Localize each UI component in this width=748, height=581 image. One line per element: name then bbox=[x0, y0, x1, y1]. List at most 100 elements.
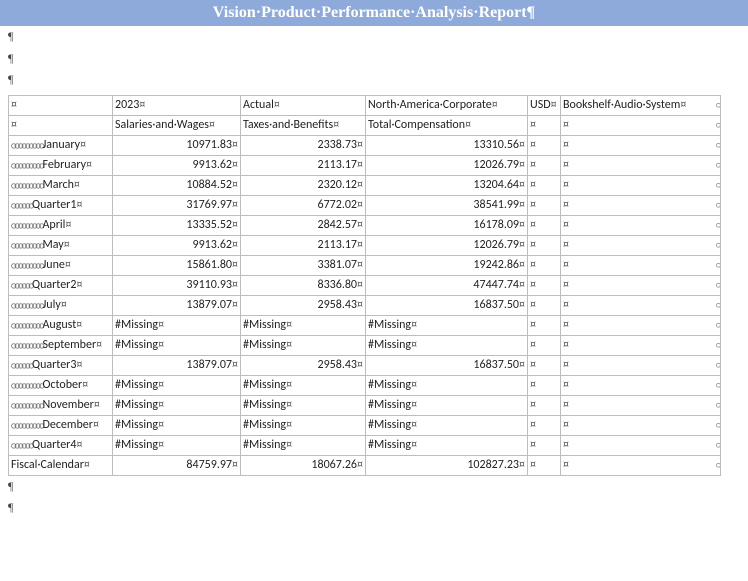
empty-cell bbox=[528, 435, 561, 455]
row-label: December bbox=[9, 415, 113, 435]
table-row: March10884.522320.1213204.64○ bbox=[9, 175, 721, 195]
empty-cell bbox=[528, 235, 561, 255]
header-cell: Actual bbox=[241, 95, 366, 115]
header-cell: Total·Compensation bbox=[366, 115, 528, 135]
row-label: November bbox=[9, 395, 113, 415]
row-label: April bbox=[9, 215, 113, 235]
header-cell bbox=[528, 115, 561, 135]
data-cell: 16837.50 bbox=[366, 355, 528, 375]
row-label: Quarter3 bbox=[9, 355, 113, 375]
header-cell: North·America·Corporate bbox=[366, 95, 528, 115]
row-label: January bbox=[9, 135, 113, 155]
empty-cell bbox=[528, 395, 561, 415]
data-cell: 2842.57 bbox=[241, 215, 366, 235]
data-cell: 16837.50 bbox=[366, 295, 528, 315]
table-row: Fiscal·Calendar84759.9718067.26102827.23… bbox=[9, 455, 721, 475]
data-cell: 8336.80 bbox=[241, 275, 366, 295]
data-cell: 2113.17 bbox=[241, 235, 366, 255]
empty-cell bbox=[528, 155, 561, 175]
empty-cell: ○ bbox=[561, 215, 721, 235]
row-label: June bbox=[9, 255, 113, 275]
data-cell: #Missing bbox=[366, 315, 528, 335]
empty-cell: ○ bbox=[561, 295, 721, 315]
empty-cell: ○ bbox=[561, 155, 721, 175]
data-cell: #Missing bbox=[366, 375, 528, 395]
data-cell: 102827.23 bbox=[366, 455, 528, 475]
data-cell: 84759.97 bbox=[113, 455, 241, 475]
empty-cell: ○ bbox=[561, 135, 721, 155]
empty-cell bbox=[528, 275, 561, 295]
data-cell: 2958.43 bbox=[241, 355, 366, 375]
empty-cell bbox=[528, 375, 561, 395]
data-cell: 6772.02 bbox=[241, 195, 366, 215]
data-cell: 13335.52 bbox=[113, 215, 241, 235]
data-cell: #Missing bbox=[241, 335, 366, 355]
empty-cell bbox=[528, 415, 561, 435]
empty-cell bbox=[528, 455, 561, 475]
data-cell: 13204.64 bbox=[366, 175, 528, 195]
data-cell: #Missing bbox=[366, 395, 528, 415]
row-label: Quarter4 bbox=[9, 435, 113, 455]
header-cell: Bookshelf·Audio·System○ bbox=[561, 95, 721, 115]
data-cell: #Missing bbox=[241, 375, 366, 395]
paragraph-mark: ¶ bbox=[0, 26, 748, 48]
table-row: September#Missing#Missing#Missing○ bbox=[9, 335, 721, 355]
row-label: July bbox=[9, 295, 113, 315]
empty-cell: ○ bbox=[561, 435, 721, 455]
table-row: January10971.832338.7313310.56○ bbox=[9, 135, 721, 155]
data-cell: #Missing bbox=[113, 395, 241, 415]
empty-cell: ○ bbox=[561, 235, 721, 255]
row-label: October bbox=[9, 375, 113, 395]
empty-cell bbox=[528, 135, 561, 155]
data-cell: 39110.93 bbox=[113, 275, 241, 295]
header-cell bbox=[9, 115, 113, 135]
data-cell: #Missing bbox=[113, 415, 241, 435]
data-cell: #Missing bbox=[366, 435, 528, 455]
row-label: Fiscal·Calendar bbox=[9, 455, 113, 475]
data-cell: 13879.07 bbox=[113, 295, 241, 315]
data-cell: 13879.07 bbox=[113, 355, 241, 375]
header-cell: 2023 bbox=[113, 95, 241, 115]
data-cell: #Missing bbox=[113, 435, 241, 455]
empty-cell: ○ bbox=[561, 255, 721, 275]
report-title: Vision·Product·Performance·Analysis·Repo… bbox=[0, 0, 748, 26]
paragraph-mark: ¶ bbox=[0, 69, 748, 91]
header-cell: USD bbox=[528, 95, 561, 115]
empty-cell bbox=[528, 255, 561, 275]
header-cell: ○ bbox=[561, 115, 721, 135]
header-cell: Salaries·and·Wages bbox=[113, 115, 241, 135]
data-cell: 3381.07 bbox=[241, 255, 366, 275]
header-cell bbox=[9, 95, 113, 115]
data-cell: 31769.97 bbox=[113, 195, 241, 215]
data-cell: 38541.99 bbox=[366, 195, 528, 215]
row-label: February bbox=[9, 155, 113, 175]
empty-cell: ○ bbox=[561, 355, 721, 375]
data-cell: 12026.79 bbox=[366, 155, 528, 175]
empty-cell: ○ bbox=[561, 195, 721, 215]
table-row: Quarter313879.072958.4316837.50 ○ bbox=[9, 355, 721, 375]
data-cell: #Missing bbox=[113, 375, 241, 395]
table-row: Quarter4#Missing#Missing#Missing○ bbox=[9, 435, 721, 455]
table-row: November#Missing#Missing#Missing○ bbox=[9, 395, 721, 415]
data-cell: 16178.09 bbox=[366, 215, 528, 235]
paragraph-mark: ¶ bbox=[0, 497, 748, 519]
data-cell: 12026.79 bbox=[366, 235, 528, 255]
data-cell: #Missing bbox=[113, 315, 241, 335]
row-label: August bbox=[9, 315, 113, 335]
empty-cell bbox=[528, 215, 561, 235]
data-cell: 18067.26 bbox=[241, 455, 366, 475]
data-cell: #Missing bbox=[366, 335, 528, 355]
paragraph-mark: ¶ bbox=[0, 48, 748, 70]
table-row: August#Missing#Missing#Missing○ bbox=[9, 315, 721, 335]
data-cell: #Missing bbox=[241, 435, 366, 455]
data-cell: 2113.17 bbox=[241, 155, 366, 175]
data-cell: 2338.73 bbox=[241, 135, 366, 155]
header-cell: Taxes·and·Benefits bbox=[241, 115, 366, 135]
data-cell: 13310.56 bbox=[366, 135, 528, 155]
table-row: Quarter131769.976772.0238541.99○ bbox=[9, 195, 721, 215]
data-cell: #Missing bbox=[241, 415, 366, 435]
header-row-1: Salaries·and·WagesTaxes·and·BenefitsTota… bbox=[9, 115, 721, 135]
table-row: Quarter239110.938336.8047447.74○ bbox=[9, 275, 721, 295]
empty-cell bbox=[528, 355, 561, 375]
table-row: April13335.522842.5716178.09 ○ bbox=[9, 215, 721, 235]
